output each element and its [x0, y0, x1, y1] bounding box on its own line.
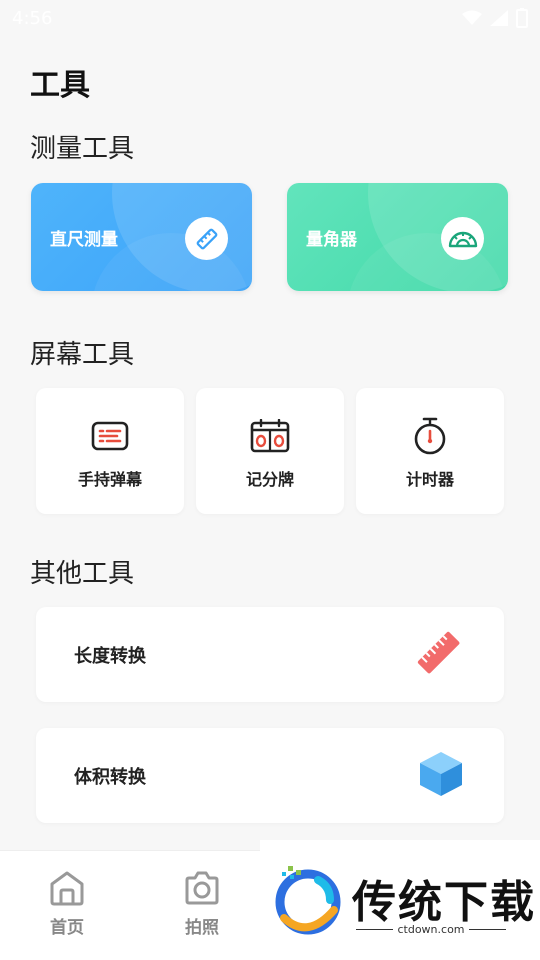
barrage-icon — [90, 418, 130, 454]
nav-home[interactable]: 首页 — [32, 869, 102, 938]
nav-camera[interactable]: 拍照 — [167, 869, 237, 938]
barrage-tile[interactable]: 手持弹幕 — [36, 388, 184, 514]
status-icons — [462, 8, 528, 28]
ruler-icon — [185, 217, 228, 260]
watermark-url: ctdown.com — [352, 923, 510, 936]
length-conversion-row[interactable]: 长度转换 — [36, 607, 504, 702]
protractor-card[interactable]: 量角器 — [287, 183, 508, 291]
scoreboard-icon — [250, 418, 290, 454]
signal-icon — [490, 10, 508, 26]
section-title-measure: 测量工具 — [30, 134, 135, 164]
stopwatch-icon — [410, 417, 450, 455]
protractor-label: 量角器 — [306, 229, 357, 250]
nav-home-label: 首页 — [50, 918, 84, 938]
volume-conversion-label: 体积转换 — [74, 766, 146, 788]
scoreboard-label: 记分牌 — [245, 470, 294, 489]
length-ruler-icon — [414, 628, 464, 682]
stopwatch-tile[interactable]: 计时器 — [356, 388, 504, 514]
page-title: 工具 — [30, 68, 90, 103]
barrage-label: 手持弹幕 — [77, 470, 142, 489]
volume-conversion-row[interactable]: 体积转换 — [36, 728, 504, 823]
status-time: 4:56 — [12, 7, 53, 29]
section-title-other: 其他工具 — [30, 559, 135, 589]
camera-icon — [185, 871, 219, 905]
ruler-measure-label: 直尺测量 — [50, 229, 118, 250]
cube-icon — [418, 750, 464, 802]
battery-icon — [516, 8, 528, 28]
stopwatch-label: 计时器 — [405, 470, 454, 489]
home-icon — [50, 871, 84, 906]
length-conversion-label: 长度转换 — [74, 645, 146, 667]
watermark-title: 传统下载 — [352, 877, 536, 928]
scoreboard-tile[interactable]: 记分牌 — [196, 388, 344, 514]
section-title-screen: 屏幕工具 — [30, 340, 135, 370]
nav-camera-label: 拍照 — [185, 918, 219, 938]
ruler-measure-card[interactable]: 直尺测量 — [31, 183, 252, 291]
wifi-icon — [462, 10, 482, 25]
protractor-icon — [441, 217, 484, 260]
watermark: 传统下载 ctdown.com — [260, 840, 540, 960]
watermark-logo-icon — [275, 866, 341, 935]
status-bar: 4:56 — [0, 0, 540, 36]
